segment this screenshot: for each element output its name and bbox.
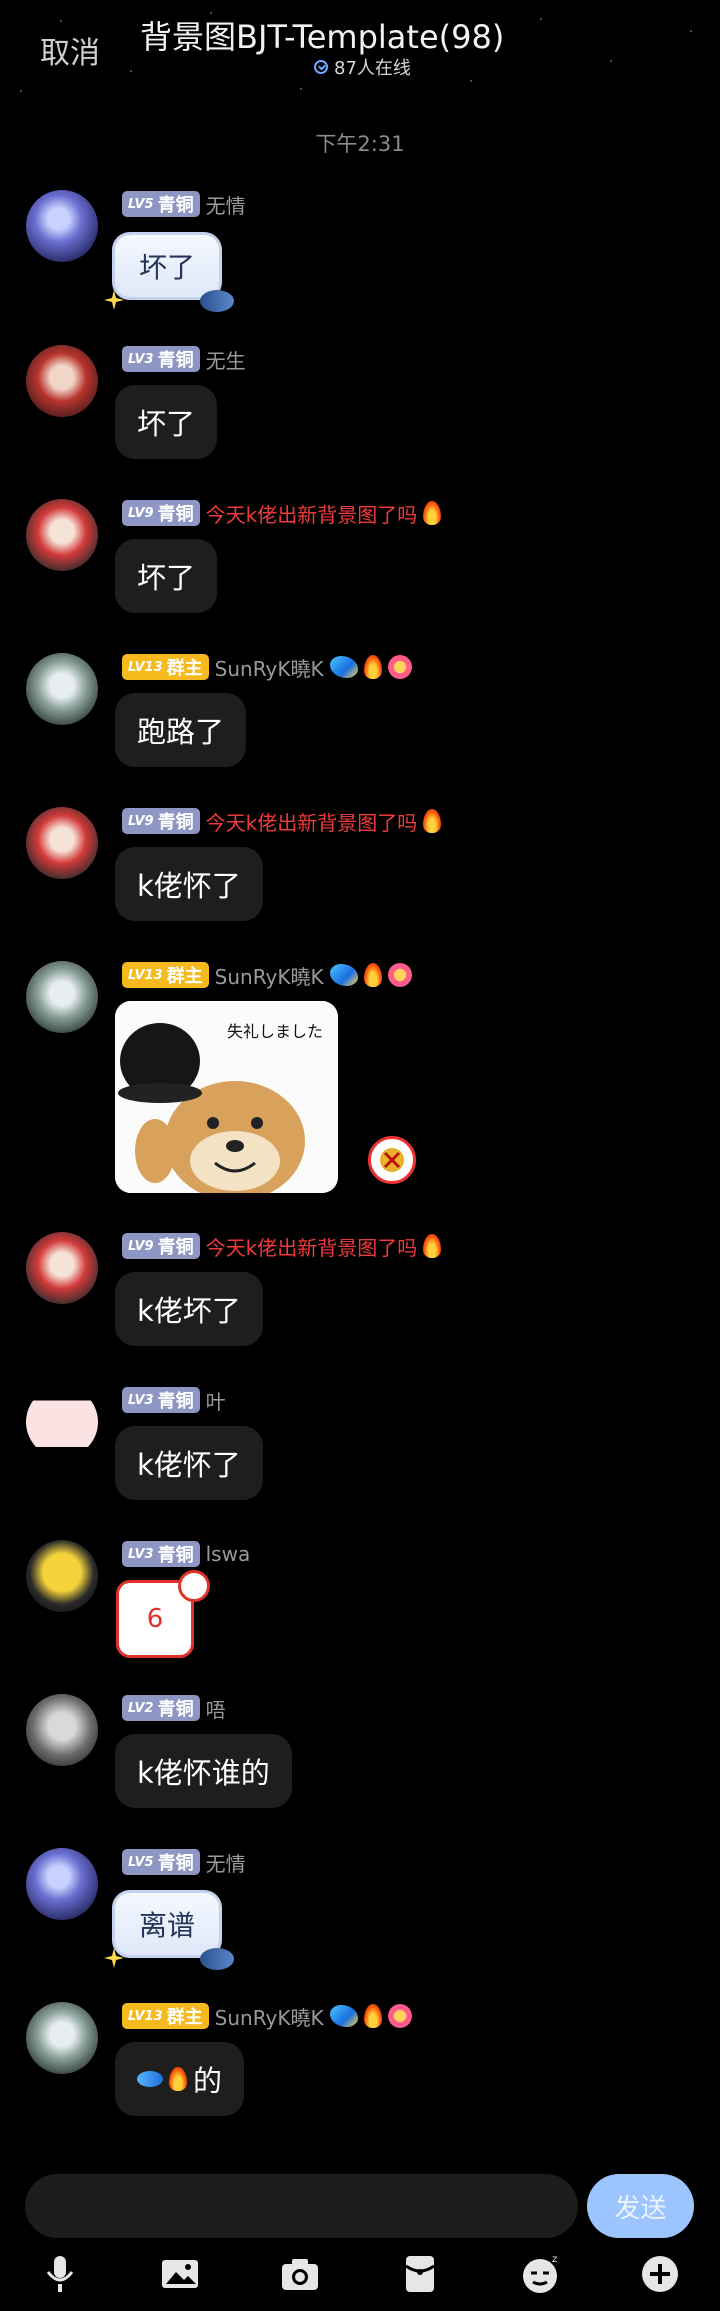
avatar[interactable] xyxy=(26,1232,98,1304)
message-timestamp: 下午2:31 xyxy=(315,132,405,156)
avatar[interactable] xyxy=(26,961,98,1033)
sticker-badge-icon xyxy=(368,1136,416,1184)
microphone-icon[interactable] xyxy=(38,2252,82,2296)
online-count: 87人在线 xyxy=(334,58,411,79)
fire-icon xyxy=(169,2067,187,2091)
online-status: 87人在线 xyxy=(314,54,411,80)
avatar[interactable] xyxy=(26,345,98,417)
image-icon[interactable] xyxy=(158,2252,202,2296)
sender-nickname[interactable]: 叶 xyxy=(206,1386,226,1415)
flower-icon xyxy=(387,2004,412,2028)
fish-decoration-icon xyxy=(200,290,234,312)
avatar[interactable] xyxy=(26,1848,98,1920)
fire-icon xyxy=(423,809,442,833)
sender-nickname[interactable]: 无情 xyxy=(206,190,246,219)
dragon-icon xyxy=(329,2005,358,2027)
message-bubble[interactable]: k佬怀了 xyxy=(115,1426,263,1500)
owner-badge: LV13 群主 xyxy=(122,2003,209,2029)
sender-nickname[interactable]: 唔 xyxy=(206,1694,226,1723)
level-badge: LV3 青铜 xyxy=(122,346,200,372)
avatar[interactable] xyxy=(26,1386,98,1458)
avatar[interactable] xyxy=(26,1540,98,1612)
message-bubble[interactable]: 坏了 xyxy=(115,385,218,459)
image-message[interactable]: 失礼しました xyxy=(115,1001,338,1193)
sender-info: LV13 群主 SunRyK曉K xyxy=(122,653,412,681)
owner-badge: LV13 群主 xyxy=(122,962,209,988)
sender-info: LV13 群主 SunRyK曉K xyxy=(122,2002,412,2030)
sender-info: LV13 群主 SunRyK曉K xyxy=(122,961,412,989)
fire-icon xyxy=(363,2004,382,2028)
flower-icon xyxy=(387,963,412,987)
fire-icon xyxy=(423,1234,442,1258)
sender-nickname[interactable]: 今天k佬出新背景图了吗 xyxy=(206,499,418,528)
level-badge: LV5 青铜 xyxy=(122,1849,200,1875)
sender-nickname[interactable]: 无情 xyxy=(206,1848,246,1877)
fire-icon xyxy=(363,963,382,987)
message-input[interactable] xyxy=(25,2174,578,2238)
send-button[interactable]: 发送 xyxy=(587,2174,694,2238)
image-caption: 失礼しました xyxy=(227,1022,323,1041)
online-check-icon xyxy=(314,60,328,74)
doge-hat-meme-image: 失礼しました xyxy=(115,1001,338,1193)
avatar[interactable] xyxy=(26,2002,98,2074)
plus-icon[interactable] xyxy=(638,2252,682,2296)
sender-nickname[interactable]: SunRyK曉K xyxy=(215,961,324,990)
avatar[interactable] xyxy=(26,499,98,571)
svg-text:z: z xyxy=(552,2254,557,2265)
sender-nickname[interactable]: lswa xyxy=(206,1542,251,1566)
message-bubble[interactable]: k佬怀谁的 xyxy=(115,1734,292,1808)
lucky-cat-decoration-icon xyxy=(178,1570,210,1602)
message-bubble[interactable]: 坏了 xyxy=(115,539,218,613)
avatar[interactable] xyxy=(26,653,98,725)
level-badge: LV3 青铜 xyxy=(122,1541,200,1567)
message-bubble[interactable]: 坏了 xyxy=(112,232,223,300)
message-bubble[interactable]: k佬怀了 xyxy=(115,847,263,921)
red-packet-icon[interactable] xyxy=(398,2252,442,2296)
sender-info: LV3 青铜 lswa xyxy=(122,1540,250,1568)
fire-icon xyxy=(363,655,382,679)
level-badge: LV2 青铜 xyxy=(122,1695,200,1721)
level-badge: LV9 青铜 xyxy=(122,500,200,526)
sender-info: LV5 青铜 无情 xyxy=(122,1848,246,1876)
sender-info: LV9 青铜 今天k佬出新背景图了吗 xyxy=(122,1232,442,1261)
sender-nickname[interactable]: 今天k佬出新背景图了吗 xyxy=(206,1232,418,1261)
flower-icon xyxy=(387,655,412,679)
sender-info: LV3 青铜 叶 xyxy=(122,1386,226,1414)
sender-info: LV9 青铜 今天k佬出新背景图了吗 xyxy=(122,807,442,836)
level-badge: LV9 青铜 xyxy=(122,1233,200,1259)
sender-info: LV2 青铜 唔 xyxy=(122,1694,226,1722)
message-bubble[interactable]: k佬坏了 xyxy=(115,1272,263,1346)
message-bubble[interactable]: 的 xyxy=(115,2042,245,2116)
dragon-icon xyxy=(329,656,358,678)
message-bubble[interactable]: 跑路了 xyxy=(115,693,247,767)
cancel-button[interactable]: 取消 xyxy=(40,28,100,72)
sender-info: LV3 青铜 无生 xyxy=(122,345,246,373)
avatar[interactable] xyxy=(26,807,98,879)
fish-decoration-icon xyxy=(200,1948,234,1970)
fire-icon xyxy=(423,501,442,525)
level-badge: LV5 青铜 xyxy=(122,191,200,217)
message-bubble[interactable]: 离谱 xyxy=(112,1890,223,1958)
sender-nickname[interactable]: 无生 xyxy=(206,345,246,374)
sender-nickname[interactable]: 今天k佬出新背景图了吗 xyxy=(206,807,418,836)
sender-info: LV9 青铜 今天k佬出新背景图了吗 xyxy=(122,499,442,528)
avatar[interactable] xyxy=(26,1694,98,1766)
level-badge: LV9 青铜 xyxy=(122,808,200,834)
emoji-icon[interactable]: z xyxy=(518,2252,562,2296)
sender-nickname[interactable]: SunRyK曉K xyxy=(215,2002,324,2031)
sender-nickname[interactable]: SunRyK曉K xyxy=(215,653,324,682)
sender-info: LV5 青铜 无情 xyxy=(122,190,246,218)
level-badge: LV3 青铜 xyxy=(122,1387,200,1413)
fish-emoji-icon xyxy=(137,2071,163,2087)
avatar[interactable] xyxy=(26,190,98,262)
dragon-icon xyxy=(329,964,358,986)
top-bar: 取消 背景图BJT-Template(98) 87人在线 xyxy=(0,0,720,110)
owner-badge: LV13 群主 xyxy=(122,654,209,680)
camera-icon[interactable] xyxy=(278,2252,322,2296)
group-title[interactable]: 背景图BJT-Template(98) xyxy=(140,12,504,58)
